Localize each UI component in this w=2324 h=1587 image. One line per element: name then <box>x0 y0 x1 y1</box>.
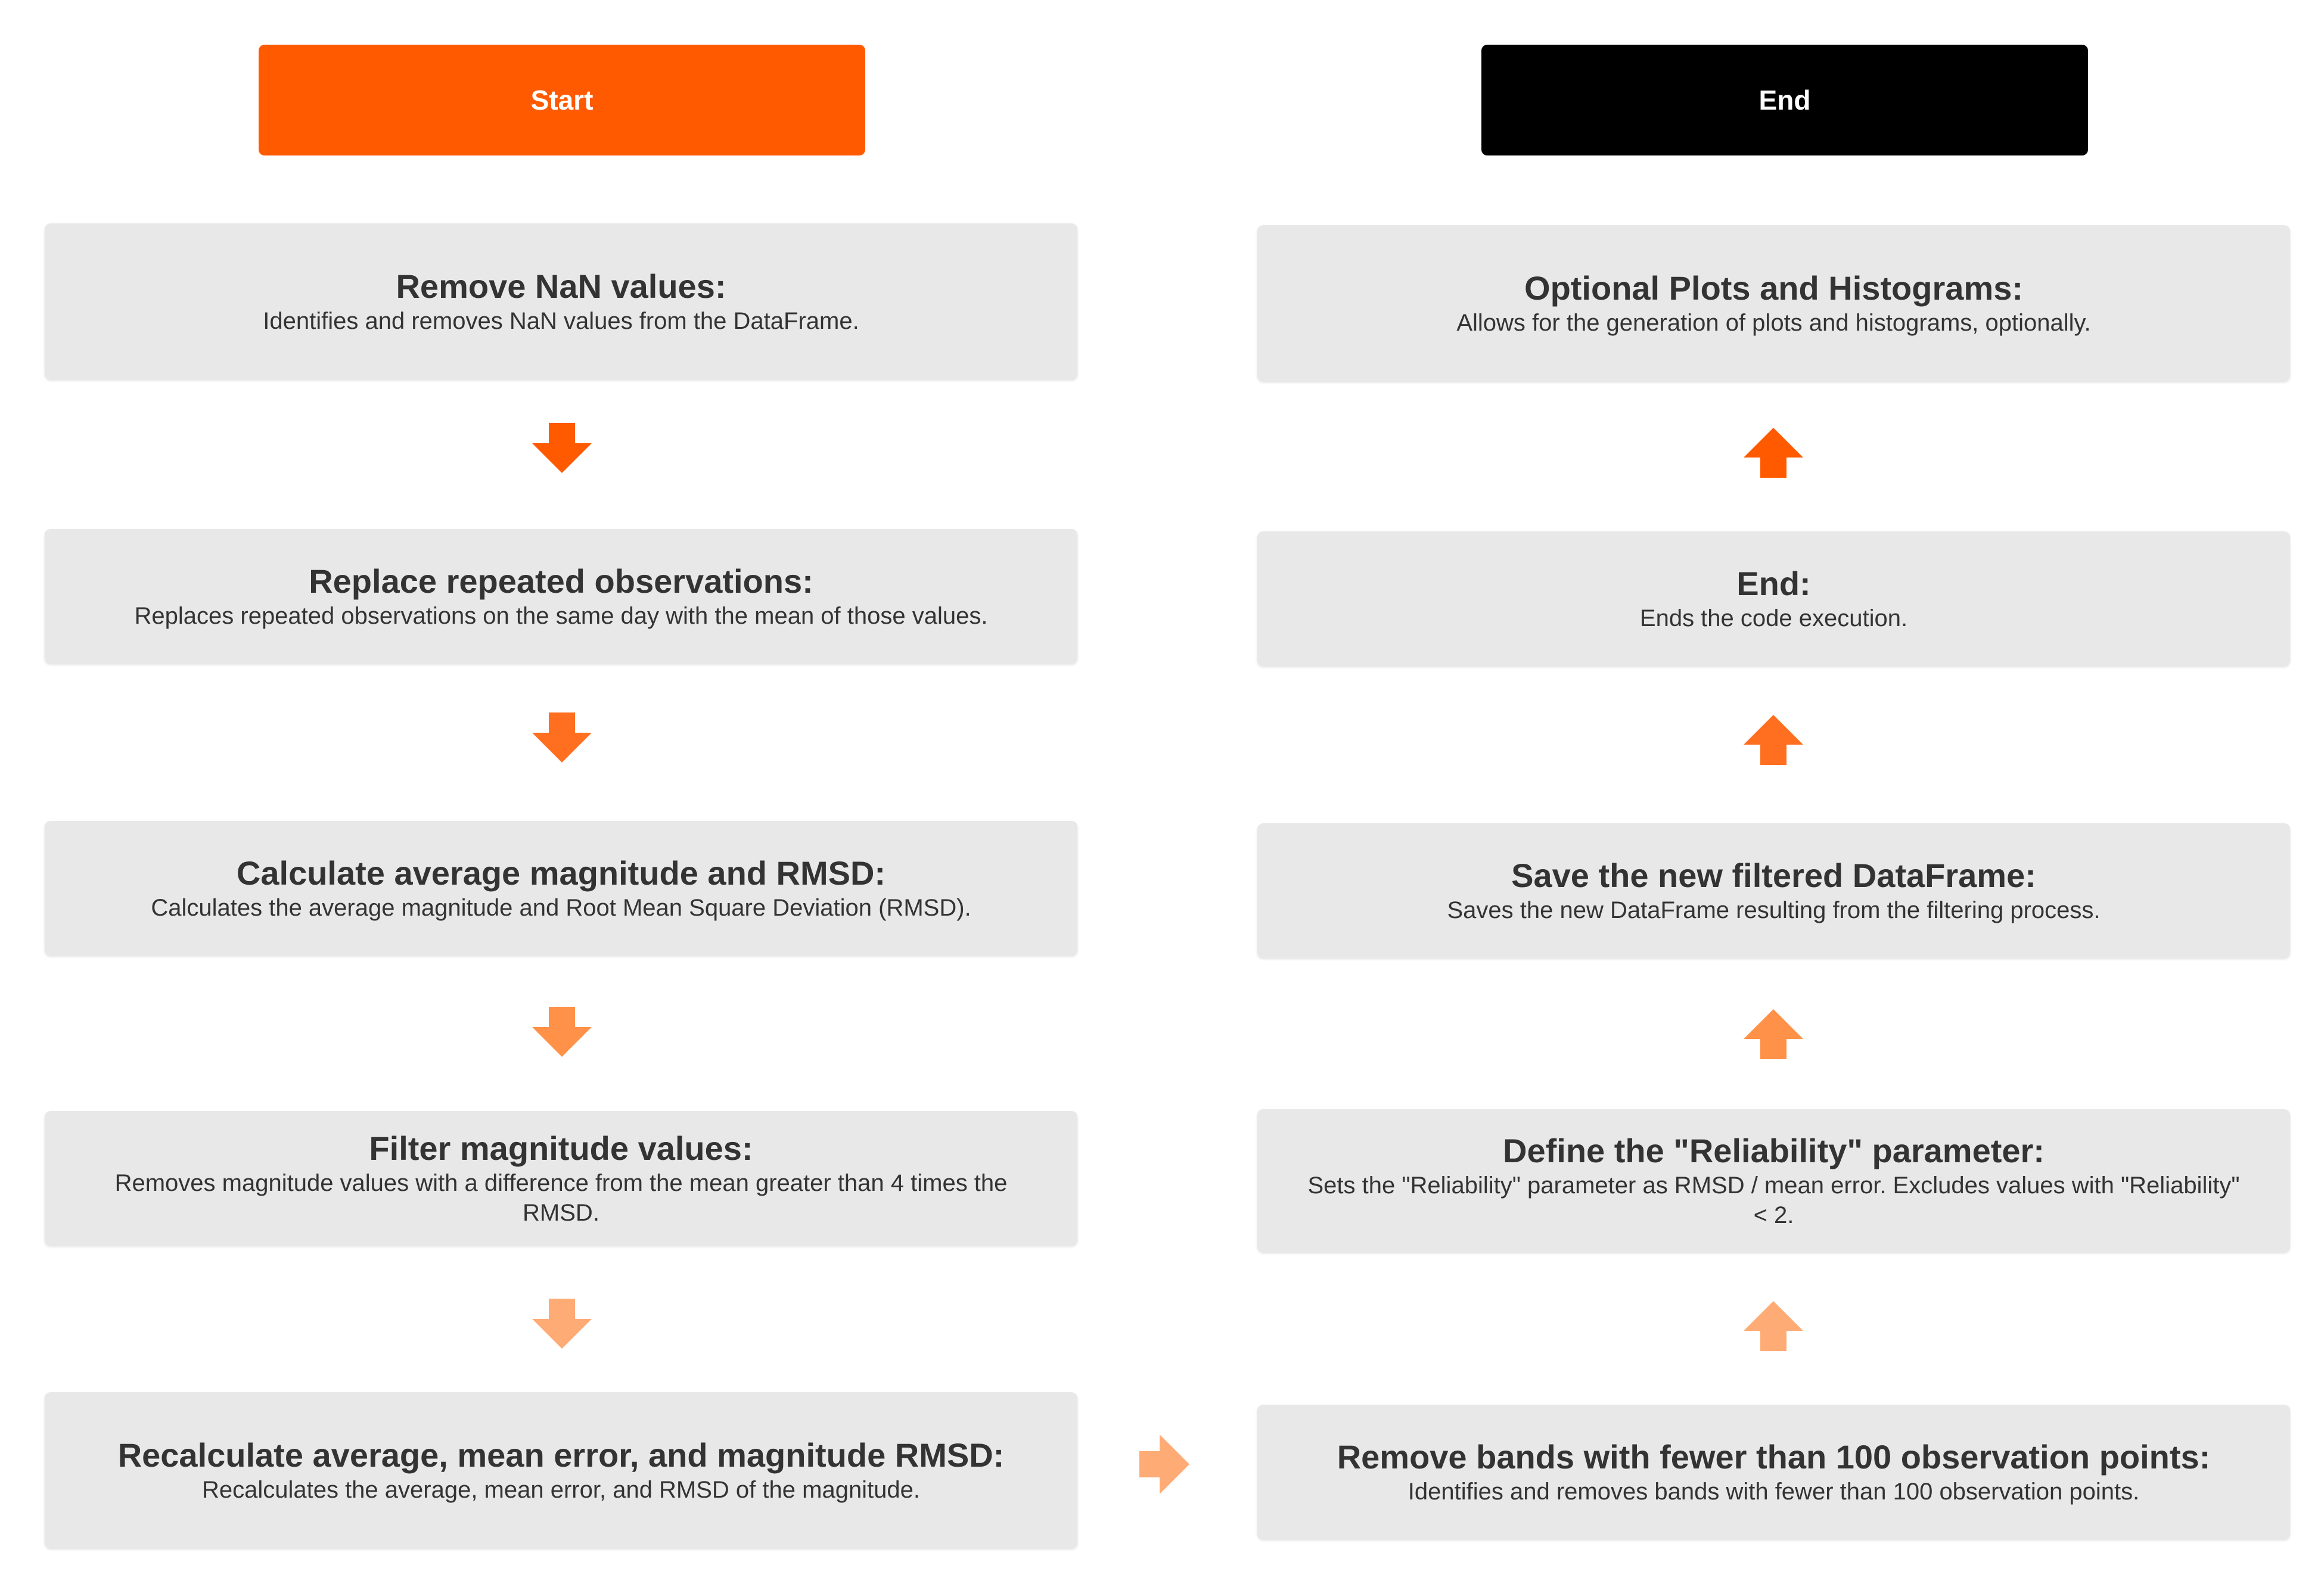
step-description: Calculates the average magnitude and Roo… <box>151 895 971 921</box>
step-title: Recalculate average, mean error, and mag… <box>117 1436 1005 1474</box>
arrow-down-icon <box>532 1299 592 1349</box>
step-description: Removes magnitude values with a differen… <box>114 1170 1008 1226</box>
start-label: Start <box>530 85 594 116</box>
end-label: End <box>1758 85 1811 116</box>
step-replace-repeated: Replace repeated observations: Replaces … <box>45 529 1077 664</box>
step-description: Allows for the generation of plots and h… <box>1456 310 2091 336</box>
arrow-right-icon <box>1139 1434 1189 1494</box>
step-remove-bands: Remove bands with fewer than 100 observa… <box>1257 1405 2290 1539</box>
step-title: Remove bands with fewer than 100 observa… <box>1337 1438 2211 1476</box>
arrow-up-icon <box>1744 715 1803 765</box>
step-end: End: Ends the code execution. <box>1257 531 2290 666</box>
step-save-dataframe: Save the new filtered DataFrame: Saves t… <box>1257 823 2290 958</box>
step-title: End: <box>1736 565 1811 602</box>
step-recalculate: Recalculate average, mean error, and mag… <box>45 1392 1077 1548</box>
step-description: Sets the "Reliability" parameter as RMSD… <box>1307 1172 2240 1228</box>
step-remove-nan: Remove NaN values: Identifies and remove… <box>45 223 1077 379</box>
arrow-up-icon <box>1744 428 1803 478</box>
step-title: Remove NaN values: <box>396 267 726 305</box>
step-title: Filter magnitude values: <box>369 1129 753 1167</box>
arrow-down-icon <box>532 423 592 473</box>
step-title: Save the new filtered DataFrame: <box>1511 857 2036 894</box>
step-description: Identifies and removes NaN values from t… <box>263 308 859 334</box>
step-description: Recalculates the average, mean error, an… <box>201 1477 921 1503</box>
step-optional-plots: Optional Plots and Histograms: Allows fo… <box>1257 225 2290 381</box>
step-description: Saves the new DataFrame resulting from t… <box>1447 897 2101 923</box>
step-filter-magnitude: Filter magnitude values: Removes magnitu… <box>45 1111 1077 1246</box>
arrow-down-icon <box>532 1007 592 1057</box>
step-description: Replaces repeated observations on the sa… <box>134 603 988 629</box>
step-title: Optional Plots and Histograms: <box>1524 269 2023 307</box>
end-terminal: End <box>1481 45 2088 155</box>
step-description: Ends the code execution. <box>1639 605 1908 631</box>
arrow-up-icon <box>1744 1009 1803 1059</box>
arrow-up-icon <box>1744 1301 1803 1351</box>
step-title: Define the "Reliability" parameter: <box>1503 1132 2045 1169</box>
step-title: Calculate average magnitude and RMSD: <box>236 854 886 892</box>
arrow-down-icon <box>532 712 592 763</box>
step-calculate-average: Calculate average magnitude and RMSD: Ca… <box>45 821 1077 956</box>
step-description: Identifies and removes bands with fewer … <box>1408 1479 2140 1505</box>
step-title: Replace repeated observations: <box>309 562 813 600</box>
step-define-reliability: Define the "Reliability" parameter: Sets… <box>1257 1109 2290 1252</box>
start-terminal: Start <box>259 45 865 155</box>
